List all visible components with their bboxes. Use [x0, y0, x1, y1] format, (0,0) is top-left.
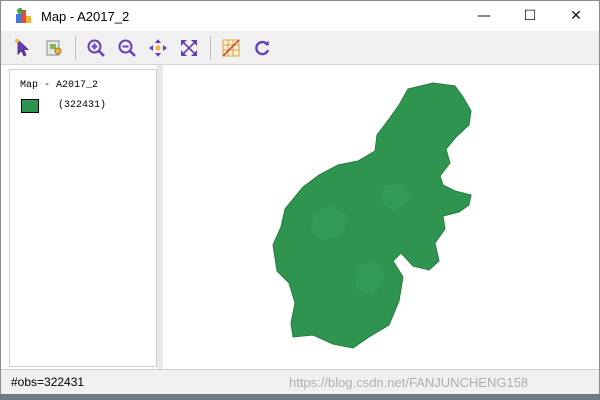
- select-arrow-icon: [15, 38, 30, 57]
- desktop-background-strip: [0, 394, 600, 400]
- select-tool-button[interactable]: [9, 34, 37, 62]
- map-svg: [272, 82, 472, 349]
- toolbar: [1, 31, 599, 65]
- status-bar: #obs=322431 https://blog.csdn.net/FANJUN…: [1, 369, 599, 394]
- pan-icon: [149, 38, 167, 57]
- watermark-text: https://blog.csdn.net/FANJUNCHENG158: [289, 375, 529, 390]
- zoom-in-icon: [87, 39, 105, 57]
- identify-icon: [46, 40, 62, 55]
- grid-toggle-button[interactable]: [217, 34, 245, 62]
- identify-tool-button[interactable]: [40, 34, 68, 62]
- pan-button[interactable]: [144, 34, 172, 62]
- zoom-out-button[interactable]: [113, 34, 141, 62]
- zoom-in-button[interactable]: [82, 34, 110, 62]
- app-icon: [16, 8, 31, 23]
- full-extent-button[interactable]: [175, 34, 203, 62]
- refresh-icon: [255, 40, 270, 55]
- maximize-button[interactable]: ☐: [507, 1, 553, 31]
- minimize-button[interactable]: —: [461, 1, 507, 31]
- grid-toggle-icon: [222, 39, 240, 56]
- title-bar[interactable]: Map - A2017_2 — ☐ ✕: [1, 1, 599, 31]
- map-canvas[interactable]: [163, 65, 599, 369]
- full-extent-icon: [181, 39, 197, 56]
- legend-count-label: (322431): [58, 100, 107, 111]
- refresh-button[interactable]: [248, 34, 276, 62]
- legend-panel: Map - A2017_2 (322431): [9, 69, 157, 367]
- legend-color-swatch[interactable]: [21, 99, 39, 113]
- toolbar-separator: [75, 35, 76, 60]
- toolbar-separator: [210, 35, 211, 60]
- close-button[interactable]: ✕: [553, 1, 599, 31]
- window-title: Map - A2017_2: [41, 8, 130, 24]
- zoom-out-icon: [118, 39, 136, 57]
- legend-title: Map - A2017_2: [20, 80, 99, 91]
- map-window: Map - A2017_2 — ☐ ✕ Map - A2017_2 (32243…: [0, 0, 600, 394]
- region-polygon: [272, 82, 472, 349]
- status-text: #obs=322431: [11, 375, 85, 389]
- window-controls: — ☐ ✕: [461, 1, 599, 31]
